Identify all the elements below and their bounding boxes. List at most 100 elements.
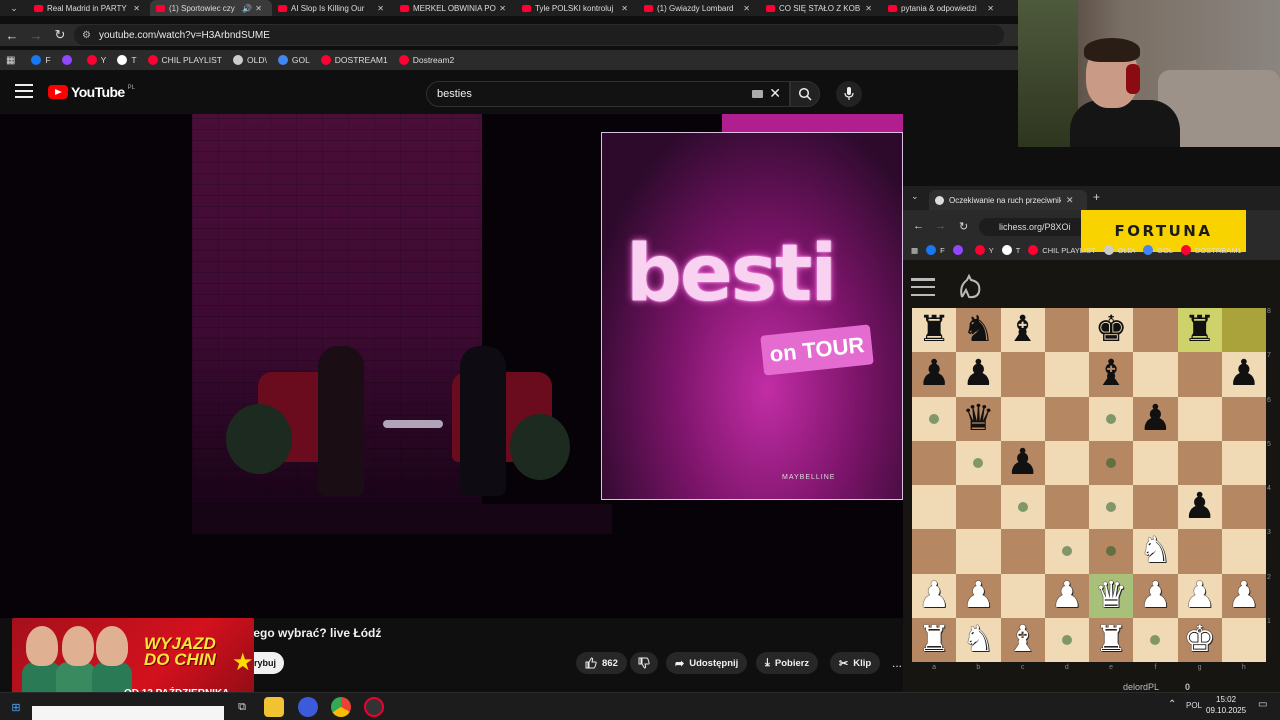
browser-tab[interactable]: (1) Gwiazdy Lombard ✕ [638,0,760,16]
white-pawn-icon[interactable]: ♟ [1228,577,1260,614]
move-hint-dot[interactable] [1017,502,1028,513]
board-square-f6[interactable]: ♟ [1133,396,1178,441]
white-rook-icon[interactable]: ♜ [1095,621,1127,658]
board-square-f2[interactable]: ♟ [1133,573,1178,618]
move-hint-dot[interactable] [929,413,940,424]
white-king-icon[interactable]: ♚ [1183,621,1215,658]
browser-tab[interactable]: AI Slop Is Killing Our ✕ [272,0,394,16]
voice-search-button[interactable] [836,81,862,107]
board-square-e4[interactable] [1089,485,1134,530]
board-square-d8[interactable] [1044,308,1089,353]
board-square-e1[interactable]: ♜ [1089,617,1134,662]
share-button[interactable]: ➦ Udostępnij [666,652,748,674]
board-square-d1[interactable] [1044,617,1089,662]
close-tab-icon[interactable]: ✕ [621,4,628,13]
close-tab-icon[interactable]: ✕ [133,4,140,13]
board-square-c2[interactable] [1000,573,1045,618]
white-knight-icon[interactable]: ♞ [962,621,994,658]
black-bishop-icon[interactable]: ♝ [1095,356,1127,392]
board-square-a8[interactable]: ♜ [912,308,957,353]
taskbar-clock[interactable]: 15:02 09.10.2025 [1206,694,1246,716]
bookmark-item[interactable]: F [31,55,51,65]
board-square-a4[interactable] [912,485,957,530]
board-square-b2[interactable]: ♟ [956,573,1001,618]
board-square-f8[interactable] [1133,308,1178,353]
white-pawn-icon[interactable]: ♟ [1051,577,1083,614]
board-square-e3[interactable] [1089,529,1134,574]
black-rook-icon[interactable]: ♜ [918,312,950,348]
white-pawn-icon[interactable]: ♟ [918,577,950,614]
board-square-b3[interactable] [956,529,1001,574]
board-square-f1[interactable] [1133,617,1178,662]
board-square-b6[interactable]: ♛ [956,396,1001,441]
browser-tab[interactable]: (1) Sportowiec czy ✕ 🔊 [150,0,272,16]
board-square-c8[interactable]: ♝ [1000,308,1045,353]
board-square-d3[interactable] [1044,529,1089,574]
tab-search-chevron-icon[interactable]: ⌄ [0,0,28,16]
board-square-h5[interactable] [1221,440,1266,485]
white-queen-icon[interactable]: ♛ [1095,577,1127,614]
board-square-c1[interactable]: ♝ [1000,617,1045,662]
white-pawn-icon[interactable]: ♟ [1139,577,1171,614]
move-hint-dot[interactable] [1061,634,1072,645]
reload-button[interactable]: ↻ [48,24,72,46]
browser-tab[interactable]: CO SIĘ STAŁO Z KOB ✕ [760,0,882,16]
board-square-e8[interactable]: ♚ [1089,308,1134,353]
board-square-a6[interactable] [912,396,957,441]
bookmark-item[interactable]: CHIL PLAYLIST [1028,245,1096,255]
like-button[interactable]: 862 [576,652,627,674]
board-square-b8[interactable]: ♞ [956,308,1001,353]
bookmark-item[interactable]: T [1001,245,1020,255]
board-square-f7[interactable] [1133,352,1178,397]
menu-icon[interactable] [15,84,33,98]
back-button[interactable]: ← [913,220,924,232]
apps-grid-icon[interactable]: ▦ [911,246,918,255]
board-square-b7[interactable]: ♟ [956,352,1001,397]
black-rook-icon[interactable]: ♜ [1183,312,1215,348]
black-pawn-icon[interactable]: ♟ [1228,356,1260,392]
bookmark-item[interactable]: T [117,55,137,65]
forward-button[interactable]: → [935,220,946,232]
browser-tab[interactable]: pytania & odpowiedzi ✕ [882,0,1004,16]
board-square-c7[interactable] [1000,352,1045,397]
board-square-g1[interactable]: ♚ [1177,617,1222,662]
notifications-icon[interactable]: ▭ [1258,699,1267,710]
white-bishop-icon[interactable]: ♝ [1006,621,1038,658]
board-square-h8[interactable] [1221,308,1266,353]
board-square-f5[interactable] [1133,440,1178,485]
board-square-b4[interactable] [956,485,1001,530]
chrome-icon[interactable] [331,697,351,717]
move-hint-dot[interactable] [1106,546,1117,557]
start-icon[interactable]: ⊞ [6,697,26,717]
black-king-icon[interactable]: ♚ [1095,312,1127,348]
bookmark-item[interactable]: CHIL PLAYLIST [147,55,222,65]
video-player[interactable]: besti on TOUR MAYBELLINE [0,114,903,618]
youtube-logo[interactable]: YouTube PL [48,84,135,100]
board-square-g3[interactable] [1177,529,1222,574]
lichess-tab[interactable]: Oczekiwanie na ruch przeciwnik ✕ [929,190,1087,210]
board-square-b1[interactable]: ♞ [956,617,1001,662]
board-square-g6[interactable] [1177,396,1222,441]
board-square-d6[interactable] [1044,396,1089,441]
site-settings-icon[interactable]: ⚙ [82,30,91,41]
bookmark-item[interactable]: OLD\ [233,55,267,65]
bookmark-item[interactable]: Y [86,55,106,65]
opponent-name[interactable]: delordPL [1123,682,1159,692]
board-square-a2[interactable]: ♟ [912,573,957,618]
board-square-d2[interactable]: ♟ [1044,573,1089,618]
white-rook-icon[interactable]: ♜ [918,621,950,658]
move-hint-dot[interactable] [1106,502,1117,513]
bookmark-item[interactable]: OLD\ [1103,245,1135,255]
lichess-menu-icon[interactable] [911,278,935,296]
tab-search-chevron-icon[interactable]: ⌄ [911,191,919,202]
black-pawn-icon[interactable]: ♟ [918,356,950,392]
taskbar-search-box[interactable] [32,706,224,720]
black-pawn-icon[interactable]: ♟ [1006,444,1038,481]
board-square-h7[interactable]: ♟ [1221,352,1266,397]
reload-button[interactable]: ↻ [959,220,968,233]
bookmark-item[interactable]: F [926,245,945,255]
black-pawn-icon[interactable]: ♟ [1183,489,1215,525]
close-tab-icon[interactable]: ✕ [743,4,750,13]
board-square-g4[interactable]: ♟ [1177,485,1222,530]
white-knight-icon[interactable]: ♞ [1139,533,1171,569]
